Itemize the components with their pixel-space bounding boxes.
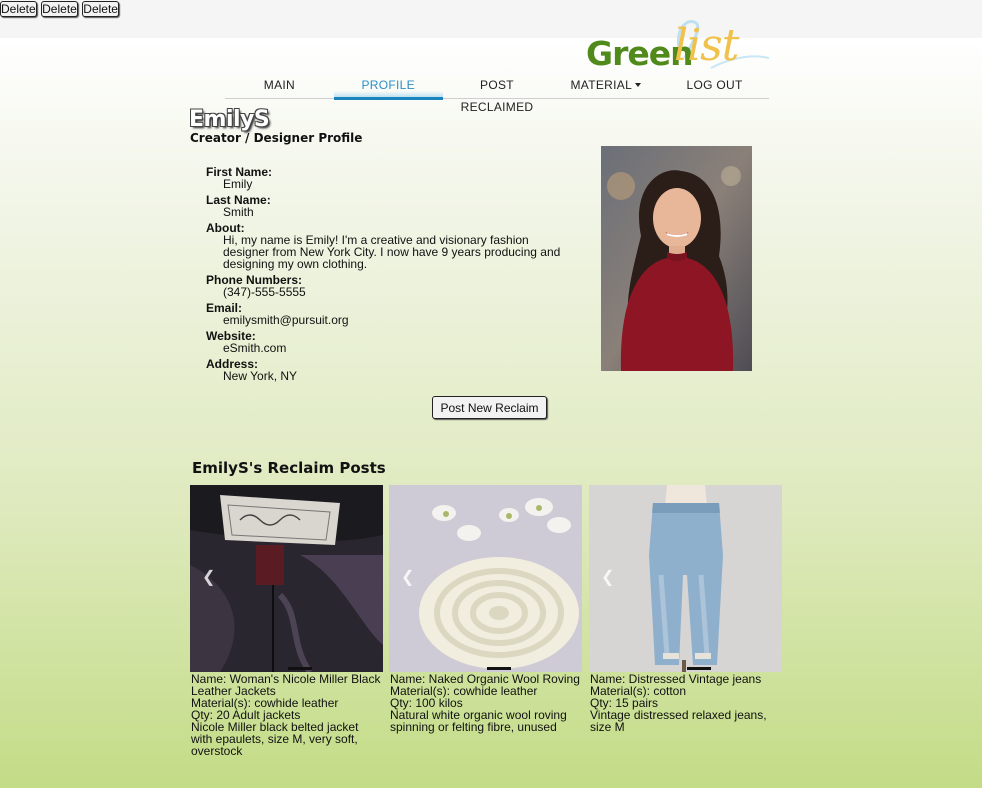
- greenlist-logo[interactable]: Green list: [586, 18, 771, 74]
- reclaim-post-card: ❮ Name: Distressed Vintage jeans Materia…: [589, 485, 782, 733]
- carousel-prev-icon[interactable]: ❮: [401, 570, 415, 586]
- delete-button[interactable]: Delete: [41, 1, 78, 17]
- profile-photo-image: [601, 146, 752, 371]
- caret-down-icon: [635, 83, 642, 87]
- delete-button[interactable]: Delete: [82, 1, 119, 17]
- wool-photo: [389, 485, 582, 672]
- reclaim-post-card: ❮ Name: Woman's Nicole Miller Black Leat…: [190, 485, 383, 757]
- tab-post-reclaimed[interactable]: POST RECLAIMED: [443, 74, 552, 114]
- post-info: Name: Naked Organic Wool Roving Material…: [389, 673, 582, 733]
- carousel-prev-icon[interactable]: ❮: [601, 570, 615, 586]
- post-image-carousel: ❮: [389, 485, 582, 672]
- post-info: Name: Distressed Vintage jeans Material(…: [589, 673, 782, 733]
- tab-profile-label: PROFILE: [361, 78, 415, 92]
- post-image-carousel: ❮: [190, 485, 383, 672]
- tab-main[interactable]: MAIN: [225, 74, 334, 98]
- carousel-prev-icon[interactable]: ❮: [202, 570, 216, 586]
- profile-subtitle: Creator / Designer Profile: [190, 131, 363, 145]
- about-value: Hi, my name is Emily! I'm a creative and…: [223, 233, 561, 271]
- address-value: New York, NY: [223, 369, 298, 383]
- profile-details: First Name: Emily Last Name: Smith About…: [206, 166, 566, 382]
- carousel-indicator[interactable]: [487, 667, 511, 670]
- post-name: Name: Woman's Nicole Miller Black Leathe…: [191, 672, 381, 698]
- post-image-carousel: ❮: [589, 485, 782, 672]
- jacket-photo: [190, 485, 383, 672]
- carousel-indicator[interactable]: [288, 667, 312, 670]
- first-name-label: First Name:: [206, 165, 273, 179]
- post-description: Vintage distressed relaxed jeans, size M: [590, 708, 767, 734]
- main-nav: MAIN PROFILE POST RECLAIMED MATERIAL LOG…: [225, 74, 769, 114]
- last-name-value: Smith: [223, 205, 254, 219]
- post-description: Natural white organic wool roving spinni…: [390, 708, 567, 734]
- reclaim-post-card: ❮ Name: Naked Organic Wool Roving Materi…: [389, 485, 582, 733]
- tab-log-out[interactable]: LOG OUT: [660, 74, 769, 98]
- first-name-value: Emily: [223, 177, 253, 191]
- reclaim-posts-heading: EmilyS's Reclaim Posts: [192, 459, 386, 477]
- delete-button[interactable]: Delete: [0, 1, 37, 17]
- last-name-label: Last Name:: [206, 193, 271, 207]
- website-value: eSmith.com: [223, 341, 287, 355]
- post-description: Nicole Miller black belted jacket with e…: [191, 720, 359, 758]
- email-value: emilysmith@pursuit.org: [223, 313, 349, 327]
- tab-material-dropdown[interactable]: MATERIAL: [551, 74, 660, 98]
- post-info: Name: Woman's Nicole Miller Black Leathe…: [190, 673, 383, 757]
- profile-username: EmilyS: [189, 107, 270, 132]
- post-new-reclaim-button[interactable]: Post New Reclaim: [432, 396, 547, 419]
- phone-value: (347)-555-5555: [223, 285, 306, 299]
- tab-profile[interactable]: PROFILE: [333, 74, 443, 100]
- tab-log-out-label: LOG OUT: [686, 78, 743, 92]
- tab-main-label: MAIN: [263, 78, 295, 92]
- carousel-indicator[interactable]: [687, 667, 711, 670]
- jeans-photo: [589, 485, 782, 672]
- profile-photo: [601, 146, 752, 371]
- tab-post-reclaimed-label: POST RECLAIMED: [460, 78, 534, 114]
- tab-material-label: MATERIAL: [570, 78, 633, 92]
- logo-list-text: list: [674, 20, 739, 71]
